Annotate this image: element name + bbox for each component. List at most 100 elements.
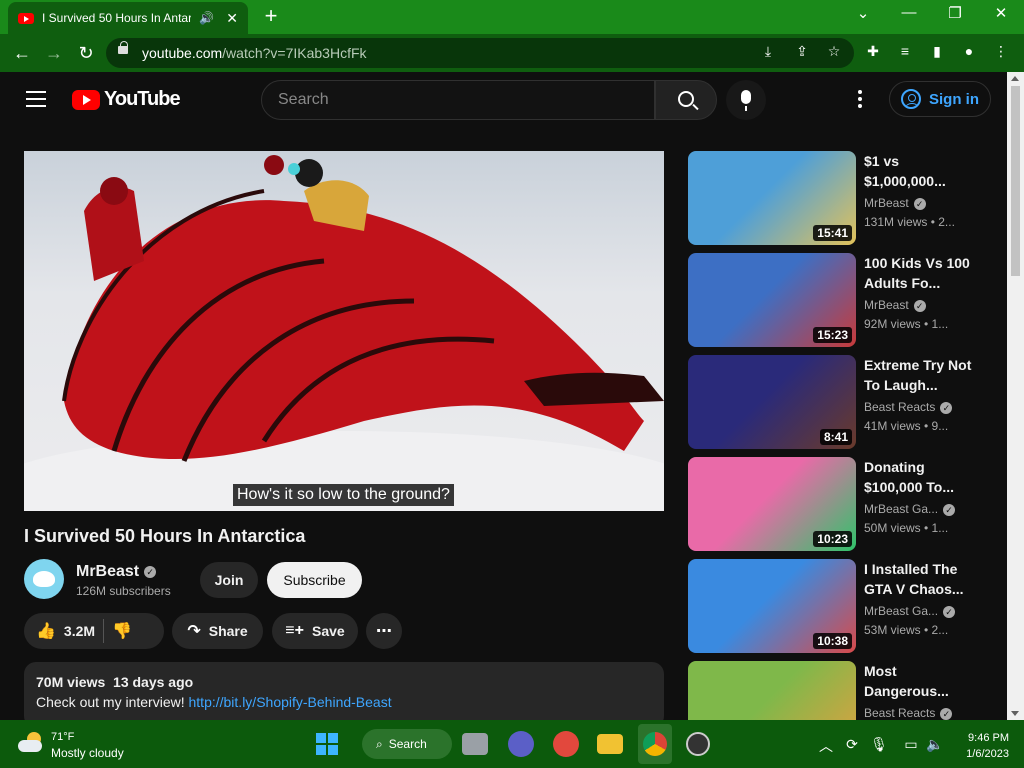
recommendation-stats: 53M views • 2... <box>864 623 949 637</box>
tab-title: I Survived 50 Hours In Antarctica <box>42 11 192 25</box>
video-duration: 8:41 <box>819 429 852 445</box>
recommendation-item[interactable]: 15:23 100 Kids Vs 100 Adults Fo... MrBeast… <box>688 253 998 347</box>
chrome-icon[interactable] <box>643 732 667 756</box>
profile-icon[interactable]: ● <box>958 43 980 59</box>
settings-menu-icon[interactable] <box>858 90 862 111</box>
recommendation-item[interactable]: 10:38 I Installed The GTA V Chaos... MrBea… <box>688 559 998 653</box>
recommendation-item[interactable]: 15:41 $1 vs $1,000,000... MrBeast ✓ 131M vie… <box>688 151 998 245</box>
youtube-play-icon <box>72 89 100 110</box>
chat-icon[interactable] <box>508 731 534 757</box>
channel-name[interactable]: MrBeast ✓ <box>76 563 157 581</box>
close-window-button[interactable]: ✕ <box>986 4 1016 22</box>
browser-titlebar: I Survived 50 Hours In Antarctica 🔊 ✕ + … <box>0 0 1024 34</box>
video-caption: How's it so low to the ground? <box>233 484 454 506</box>
volume-icon[interactable]: 🔈 <box>925 736 945 753</box>
recommendation-thumbnail[interactable]: 15:23 <box>688 253 856 347</box>
channel-avatar[interactable] <box>24 559 64 599</box>
save-button[interactable]: ≡+ Save <box>272 613 358 649</box>
page-scrollbar[interactable] <box>1007 72 1024 720</box>
taskbar-clock[interactable]: 9:46 PM 1/6/2023 <box>963 730 1009 762</box>
youtube-logo[interactable]: YouTube <box>72 88 181 111</box>
weather-condition[interactable]: Mostly cloudy <box>51 746 124 760</box>
recommendation-stats: 92M views • 1... <box>864 317 949 331</box>
scrollbar-thumb[interactable] <box>1011 86 1020 276</box>
recommendation-thumbnail[interactable]: 10:38 <box>688 559 856 653</box>
back-arrow-icon[interactable]: ← <box>10 41 34 65</box>
recommendation-thumbnail[interactable]: 8:41 <box>688 355 856 449</box>
recommendation-channel: MrBeast ✓ <box>864 298 926 312</box>
address-bar[interactable]: youtube.com/watch?v=7IKab3HcfFk ⤓ ⇪ ☆ <box>106 38 854 68</box>
recommendation-title[interactable]: I Installed The GTA V Chaos... <box>864 559 982 599</box>
weather-cloud-icon[interactable] <box>18 732 44 752</box>
recommendation-thumbnail[interactable]: 10:23 <box>688 457 856 551</box>
voice-search-button[interactable] <box>726 80 766 120</box>
share-arrow-icon: ↷ <box>187 623 201 640</box>
browser-app-icon[interactable] <box>553 731 579 757</box>
youtube-favicon-icon <box>18 12 34 24</box>
scroll-down-icon[interactable] <box>1011 711 1019 716</box>
show-hidden-icons-icon[interactable]: ︿ <box>816 736 836 756</box>
search-button[interactable] <box>655 80 717 120</box>
browser-tab[interactable]: I Survived 50 Hours In Antarctica 🔊 ✕ <box>8 2 248 34</box>
video-frame <box>24 155 664 511</box>
windows-start-icon[interactable] <box>316 733 338 755</box>
playlist-add-icon: ≡+ <box>285 622 304 639</box>
forward-arrow-icon[interactable]: → <box>42 41 66 65</box>
share-button[interactable]: ↷ Share <box>172 613 263 649</box>
speaker-icon[interactable]: 🔊 <box>199 11 214 25</box>
new-tab-button[interactable]: + <box>258 4 284 30</box>
close-tab-icon[interactable]: ✕ <box>226 10 238 27</box>
recommendation-title[interactable]: $1 vs $1,000,000... <box>864 151 982 191</box>
account-icon <box>901 89 921 109</box>
like-count[interactable]: 3.2M <box>64 623 95 639</box>
recommendation-item[interactable]: 10:23 Donating $100,000 To... MrBeast Ga..… <box>688 457 998 551</box>
recommendation-title[interactable]: 100 Kids Vs 100 Adults Fo... <box>864 253 982 293</box>
side-panel-icon[interactable]: ▮ <box>926 43 948 60</box>
recommendation-channel: Beast Reacts ✓ <box>864 400 953 414</box>
recommendation-title[interactable]: Extreme Try Not To Laugh... <box>864 355 982 395</box>
recommendation-title[interactable]: Donating $100,000 To... <box>864 457 982 497</box>
task-view-icon[interactable] <box>462 733 488 755</box>
obs-icon[interactable] <box>686 732 710 756</box>
join-button[interactable]: Join <box>200 562 258 598</box>
description-text: Check out my interview! http://bit.ly/Sh… <box>36 694 392 710</box>
recommendation-thumbnail[interactable]: 15:41 <box>688 151 856 245</box>
sign-in-button[interactable]: Sign in <box>889 81 991 117</box>
bookmark-star-icon[interactable]: ☆ <box>824 43 844 60</box>
chrome-menu-icon[interactable]: ⋮ <box>990 43 1012 60</box>
sync-icon[interactable]: ⟳ <box>842 736 862 753</box>
recommendation-title[interactable]: Most Dangerous... <box>864 661 982 701</box>
microphone-tray-icon[interactable]: 🎙 <box>869 736 889 753</box>
thumbs-up-icon[interactable]: 👍 <box>36 621 56 641</box>
thumbs-down-icon[interactable]: 👎 <box>112 621 132 641</box>
reload-icon[interactable]: ↻ <box>74 41 98 65</box>
minimize-button[interactable]: — <box>894 4 924 21</box>
install-icon[interactable]: ⤓ <box>758 43 778 60</box>
video-player[interactable] <box>24 151 664 511</box>
hamburger-menu-icon[interactable] <box>26 91 46 107</box>
weather-temp[interactable]: 71°F <box>51 731 74 743</box>
extensions-icon[interactable]: ✚ <box>862 43 884 60</box>
more-actions-button[interactable]: ⋯ <box>366 613 402 649</box>
subscribe-button[interactable]: Subscribe <box>267 562 362 598</box>
subscriber-count: 126M subscribers <box>76 584 171 598</box>
video-duration: 10:38 <box>813 633 852 649</box>
lock-icon[interactable] <box>118 41 128 54</box>
scroll-up-icon[interactable] <box>1011 76 1019 81</box>
file-explorer-icon[interactable] <box>597 734 623 754</box>
restore-button[interactable]: ❐ <box>940 4 970 22</box>
like-divider <box>103 619 105 643</box>
description-box[interactable]: 70M views 13 days ago Check out my inter… <box>24 662 664 728</box>
recommendation-stats: 131M views • 2... <box>864 215 955 229</box>
description-link[interactable]: http://bit.ly/Shopify-Behind-Beast <box>189 694 392 710</box>
browser-toolbar: ← → ↻ youtube.com/watch?v=7IKab3HcfFk ⤓ … <box>0 34 1024 72</box>
taskbar-search-button[interactable]: ⌕ Search <box>362 729 452 759</box>
network-icon[interactable]: ▭ <box>901 736 921 753</box>
share-icon[interactable]: ⇪ <box>792 43 812 60</box>
tab-search-icon[interactable]: ⌄ <box>848 4 878 22</box>
search-input[interactable]: Search <box>261 80 655 120</box>
media-control-icon[interactable]: ≡ <box>894 43 916 59</box>
recommendation-item[interactable]: 8:41 Extreme Try Not To Laugh... Beast Rea… <box>688 355 998 449</box>
video-duration: 15:23 <box>813 327 852 343</box>
video-title: I Survived 50 Hours In Antarctica <box>24 526 306 546</box>
